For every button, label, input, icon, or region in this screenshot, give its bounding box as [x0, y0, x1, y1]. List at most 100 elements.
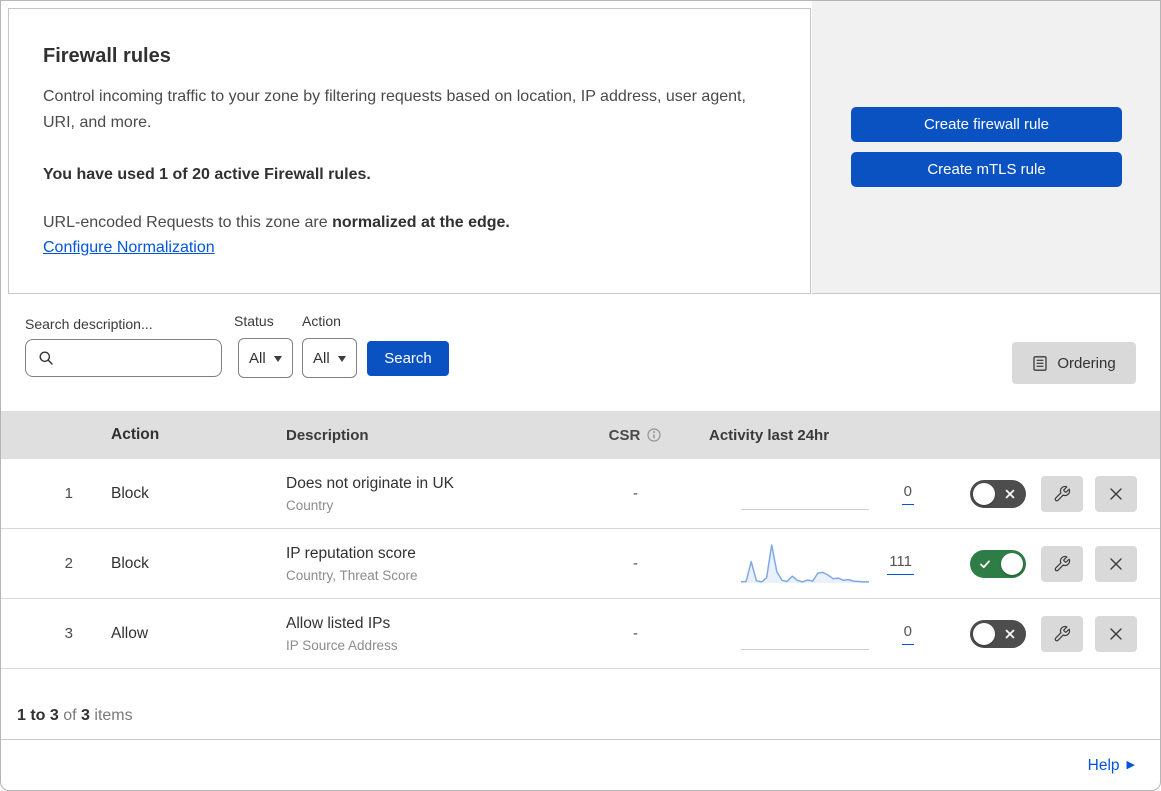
rule-action: Allow [111, 624, 149, 642]
rule-activity-cell: 0 [701, 471, 966, 517]
rule-description: IP reputation score [286, 544, 416, 562]
activity-sparkline-empty [741, 611, 869, 657]
edit-rule-button[interactable] [1041, 615, 1083, 652]
rule-csr: - [633, 485, 638, 502]
csr-header-label: CSR [608, 426, 641, 444]
rule-action: Block [111, 484, 149, 502]
filter-bar: Search description... Status Action All … [1, 294, 1160, 411]
rule-criteria: IP Source Address [286, 637, 398, 653]
table-header: Action Description CSR Activity last 24h… [1, 411, 1160, 459]
usage-summary: You have used 1 of 20 active Firewall ru… [43, 166, 371, 183]
rule-enabled-toggle[interactable] [970, 619, 1026, 648]
header-card: Firewall rules Control incoming traffic … [8, 8, 811, 294]
create-mtls-rule-button[interactable]: Create mTLS rule [851, 152, 1122, 187]
edit-rule-button[interactable] [1041, 545, 1083, 582]
close-icon [1108, 556, 1124, 572]
rule-activity-cell: 0 [701, 611, 966, 657]
sparkline-baseline [741, 508, 869, 510]
search-input[interactable] [62, 340, 243, 376]
toggle-knob [1001, 552, 1023, 575]
rule-enabled-toggle[interactable] [970, 479, 1026, 508]
header-section: Firewall rules Control incoming traffic … [1, 1, 1160, 294]
info-icon[interactable] [646, 427, 662, 443]
firewall-rules-page: Firewall rules Control incoming traffic … [0, 0, 1161, 791]
search-icon [38, 350, 54, 366]
help-label: Help [1087, 756, 1120, 774]
ordering-label: Ordering [1057, 354, 1116, 372]
page-description: Control incoming traffic to your zone by… [43, 88, 746, 131]
rule-enabled-toggle[interactable] [970, 549, 1026, 578]
items-of-label: of [63, 707, 77, 724]
normalization-text: URL-encoded Requests to this zone are [43, 214, 333, 231]
rule-controls [966, 545, 1160, 582]
actions-panel: Create firewall rule Create mTLS rule [812, 1, 1160, 294]
search-label: Search description... [25, 316, 153, 332]
check-icon [979, 558, 991, 570]
rule-csr: - [633, 625, 638, 642]
x-icon [1005, 629, 1015, 639]
rule-activity-cell: 111 [701, 541, 966, 587]
create-firewall-rule-button[interactable]: Create firewall rule [851, 107, 1122, 142]
items-range: 1 to 3 [17, 707, 59, 724]
search-button[interactable]: Search [367, 341, 449, 376]
table-row: 1 Block Does not originate in UK Country… [1, 459, 1160, 529]
rule-priority: 3 [64, 625, 73, 642]
table-row: 3 Allow Allow listed IPs IP Source Addre… [1, 599, 1160, 669]
configure-normalization-link[interactable]: Configure Normalization [43, 239, 215, 256]
action-dropdown-value: All [313, 349, 330, 367]
normalization-bold-text: normalized at the edge. [332, 214, 510, 231]
rule-description-cell: Allow listed IPs IP Source Address [270, 613, 570, 655]
help-bar: Help ▶ [1, 740, 1160, 790]
chevron-down-icon [337, 356, 346, 362]
activity-sparkline [741, 541, 869, 587]
close-icon [1108, 486, 1124, 502]
wrench-icon [1053, 485, 1071, 503]
description-column-header: Description [286, 426, 369, 444]
activity-sparkline-empty [741, 471, 869, 517]
rule-description-cell: Does not originate in UK Country [270, 473, 570, 515]
action-column-header: Action [111, 426, 160, 443]
rule-description-cell: IP reputation score Country, Threat Scor… [270, 543, 570, 585]
table-row: 2 Block IP reputation score Country, Thr… [1, 529, 1160, 599]
activity-count-link[interactable]: 0 [901, 623, 914, 645]
chevron-down-icon [273, 356, 282, 362]
rule-priority: 2 [64, 555, 73, 572]
ordering-icon [1032, 355, 1048, 372]
activity-count-link[interactable]: 111 [887, 553, 914, 575]
sparkline-baseline [741, 648, 869, 650]
status-label: Status [234, 313, 274, 329]
action-dropdown[interactable]: All [302, 338, 357, 378]
items-total: 3 [81, 707, 90, 724]
status-dropdown[interactable]: All [238, 338, 293, 378]
edit-rule-button[interactable] [1041, 475, 1083, 512]
normalization-note: URL-encoded Requests to this zone are no… [43, 214, 776, 232]
rule-criteria: Country, Threat Score [286, 567, 418, 583]
rule-description: Does not originate in UK [286, 474, 455, 492]
rule-controls [966, 615, 1160, 652]
wrench-icon [1053, 555, 1071, 573]
activity-column-header: Activity last 24hr [709, 426, 830, 444]
status-dropdown-value: All [249, 349, 266, 367]
delete-rule-button[interactable] [1095, 615, 1137, 652]
arrow-right-icon: ▶ [1126, 759, 1135, 771]
ordering-button[interactable]: Ordering [1012, 342, 1136, 384]
action-label: Action [302, 313, 341, 329]
toggle-knob [973, 622, 995, 645]
toggle-knob [973, 482, 995, 505]
page-title: Firewall rules [43, 45, 171, 67]
wrench-icon [1053, 625, 1071, 643]
rule-description: Allow listed IPs [286, 614, 391, 632]
close-icon [1108, 626, 1124, 642]
rule-controls [966, 475, 1160, 512]
rule-priority: 1 [64, 485, 73, 502]
activity-count-link[interactable]: 0 [901, 483, 914, 505]
delete-rule-button[interactable] [1095, 545, 1137, 582]
rule-criteria: Country [286, 497, 334, 513]
help-link[interactable]: Help ▶ [1088, 757, 1135, 775]
rule-action: Block [111, 554, 149, 572]
x-icon [1005, 489, 1015, 499]
search-box [25, 339, 243, 377]
items-label: items [94, 707, 133, 724]
delete-rule-button[interactable] [1095, 475, 1137, 512]
csr-column-header: CSR [570, 427, 701, 444]
